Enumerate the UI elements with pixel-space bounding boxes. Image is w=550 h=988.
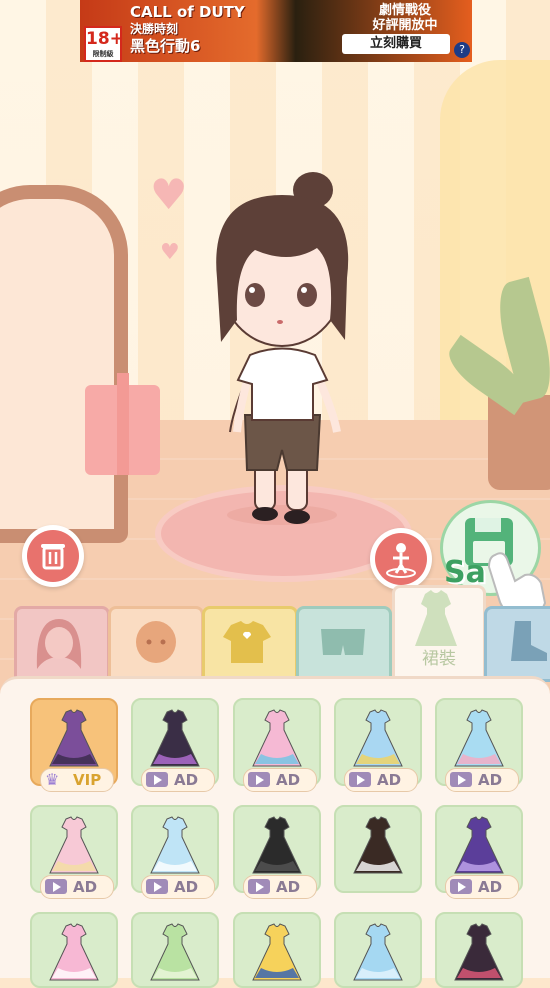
watch-ad-badge: AD [141,875,215,899]
dress-thumbnail [49,709,99,767]
pose-icon [375,533,427,585]
play-video-icon [45,879,67,894]
dress-item[interactable] [334,912,422,988]
play-video-icon [248,772,270,787]
shirt-icon [223,621,271,663]
watch-ad-badge: AD [40,875,114,899]
play-video-icon [146,772,168,787]
badge-label: AD [377,771,402,789]
hair-icon [36,619,82,669]
tab-hair[interactable] [14,606,110,682]
watch-ad-badge: AD [445,875,519,899]
badge-label: AD [73,878,98,896]
pose-button[interactable] [370,528,432,590]
tab-shoes[interactable] [484,606,550,682]
vip-badge: ♛ VIP [40,768,114,792]
badge-label: AD [174,771,199,789]
dress-item[interactable] [30,912,118,988]
badge-label: AD [478,771,503,789]
tab-dresses-label: 裙裝 [422,649,456,669]
play-video-icon [450,772,472,787]
dress-item[interactable]: AD [233,698,321,792]
dress-thumbnail [353,816,403,874]
boot-icon [511,621,547,661]
dress-thumbnail [49,816,99,874]
crown-icon: ♛ [45,770,60,789]
dress-item[interactable]: AD [435,698,523,792]
tab-bottoms[interactable] [296,606,392,682]
dress-item[interactable]: AD [30,805,118,899]
dress-thumbnail [252,816,302,874]
ad-brand-text: CALL of DUTY 決勝時刻 黑色行動6 [130,3,245,55]
watch-ad-badge: AD [243,768,317,792]
dress-item[interactable] [435,912,523,988]
dress-item[interactable]: ♛ VIP [30,698,118,792]
dress-item[interactable]: AD [131,698,219,792]
tab-face[interactable] [108,606,204,682]
watch-ad-badge: AD [141,768,215,792]
dress-item[interactable]: AD [334,698,422,792]
play-video-icon [349,772,371,787]
play-video-icon [248,879,270,894]
play-video-icon [450,879,472,894]
badge-label: AD [478,878,503,896]
watch-ad-badge: AD [344,768,418,792]
mirror [0,185,128,543]
chibi-character [216,172,349,525]
dress-item[interactable] [334,805,422,893]
dress-item[interactable]: AD [233,805,321,899]
dress-item[interactable] [233,912,321,988]
ad-tagline: 劇情戰役 好評開放中 [372,3,438,33]
dress-thumbnail [150,709,200,767]
trash-icon [27,530,79,582]
face-icon [136,621,176,663]
badge-label: VIP [73,771,102,789]
dress-thumbnail [252,709,302,767]
watch-ad-badge: AD [243,875,317,899]
dress-icon [415,590,457,646]
dress-thumbnail [454,709,504,767]
age-rating-badge: 18+ 限制級 [84,26,124,62]
play-video-icon [146,879,168,894]
tab-tops[interactable] [202,606,298,682]
badge-label: AD [174,878,199,896]
badge-label: AD [276,878,301,896]
dress-thumbnail [454,816,504,874]
gift-box [85,373,160,475]
ad-info-icon[interactable]: ? [454,42,470,58]
watch-ad-badge: AD [445,768,519,792]
pants-icon [321,629,365,655]
dress-item[interactable]: AD [131,805,219,899]
ad-banner[interactable]: 18+ 限制級 CALL of DUTY 決勝時刻 黑色行動6 劇情戰役 好評開… [80,0,472,62]
dress-item[interactable] [131,912,219,988]
small-heart-decoration: ♥ [160,240,180,265]
badge-label: AD [276,771,301,789]
ad-buy-button[interactable]: 立刻購買 [342,34,450,54]
heart-decoration: ♥ [150,170,188,219]
dress-thumbnail [150,816,200,874]
reset-outfit-button[interactable] [22,525,84,587]
dress-item[interactable]: AD [435,805,523,899]
plant-pot [488,395,550,490]
dress-thumbnail [353,709,403,767]
